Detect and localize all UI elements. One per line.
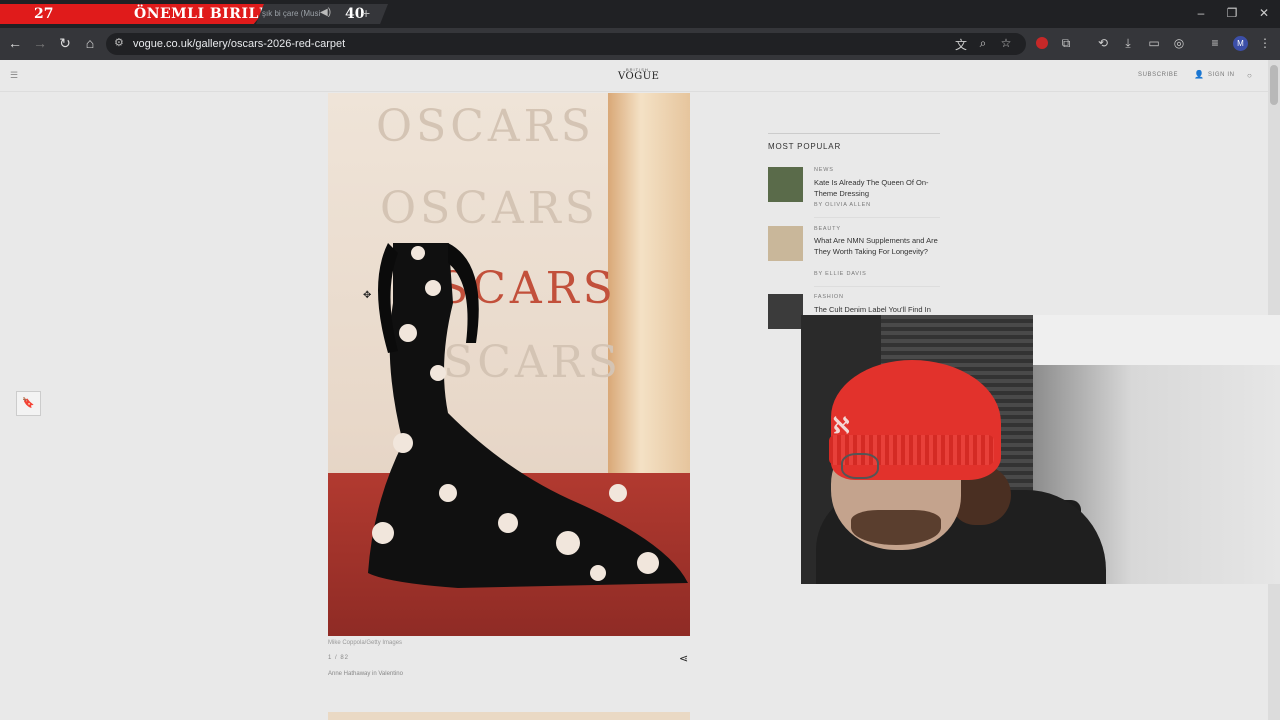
menu-kebab-icon[interactable]: ⋮ bbox=[1257, 36, 1273, 50]
sign-in-link[interactable]: SIGN IN bbox=[1208, 72, 1235, 78]
browser-tab-title[interactable]: şık bi çare (Musi bbox=[262, 9, 322, 18]
article-thumbnail[interactable] bbox=[768, 294, 803, 329]
webcam-overlay: ℵ bbox=[801, 315, 1280, 584]
download-icon[interactable]: ⤓ bbox=[1120, 36, 1136, 51]
bookmark-star-icon[interactable]: ☆ bbox=[998, 36, 1014, 50]
backdrop-text: OSCARS bbox=[380, 183, 599, 234]
gallery-counter: 1 / 82 bbox=[328, 655, 350, 661]
vogue-logo[interactable]: VOGUE bbox=[618, 71, 659, 82]
webcam-shelf bbox=[1033, 315, 1280, 365]
home-icon[interactable]: ⌂ bbox=[81, 35, 99, 51]
article-headline[interactable]: What Are NMN Supplements and Are They Wo… bbox=[814, 236, 940, 257]
webcam-glasses bbox=[841, 453, 879, 479]
cast-icon[interactable]: ▭ bbox=[1146, 36, 1162, 50]
article-thumbnail[interactable] bbox=[768, 226, 803, 261]
gown-figure bbox=[368, 243, 688, 588]
gallery-photo[interactable]: OSCARS OSCARS OSCARS OSCARS bbox=[328, 93, 690, 636]
article-category: BEAUTY bbox=[814, 226, 841, 232]
restore-icon[interactable]: ❐ bbox=[1222, 6, 1242, 20]
save-bookmark-icon[interactable]: 🔖 bbox=[16, 391, 41, 416]
subscribe-link[interactable]: SUBSCRIBE bbox=[1138, 72, 1178, 78]
article-category: FASHION bbox=[814, 294, 844, 300]
mouse-cursor-icon: ✥ bbox=[363, 290, 372, 301]
article-category: NEWS bbox=[814, 167, 834, 173]
back-icon[interactable]: ← bbox=[6, 35, 24, 51]
close-icon[interactable]: ✕ bbox=[1254, 6, 1274, 20]
most-popular-divider bbox=[768, 133, 940, 134]
performance-icon[interactable]: ◎ bbox=[1171, 36, 1187, 50]
site-settings-icon[interactable]: ⚙ bbox=[114, 36, 124, 49]
webcam-person-beard bbox=[851, 510, 941, 545]
new-tab-icon[interactable]: + bbox=[362, 5, 370, 21]
user-icon[interactable]: 👤 bbox=[1194, 70, 1204, 79]
beanie-logo-icon: ℵ bbox=[833, 413, 850, 439]
search-icon[interactable]: ○ bbox=[1247, 71, 1252, 80]
translate-icon[interactable]: 文 bbox=[953, 36, 969, 53]
backdrop-text: OSCARS bbox=[376, 101, 595, 152]
extensions-icon[interactable]: ⧉ bbox=[1058, 36, 1074, 51]
header-divider bbox=[0, 91, 1268, 92]
article-headline[interactable]: Kate Is Already The Queen Of On-Theme Dr… bbox=[814, 178, 940, 199]
photo-credit: Mike Coppola/Getty Images bbox=[328, 640, 403, 646]
profile-avatar[interactable]: M bbox=[1233, 36, 1248, 51]
item-divider bbox=[814, 286, 940, 287]
photo-caption: Anne Hathaway in Valentino bbox=[328, 671, 403, 677]
scrollbar-thumb[interactable] bbox=[1270, 65, 1278, 105]
media-control-icon[interactable]: ≡ bbox=[1207, 36, 1223, 50]
forward-icon[interactable]: → bbox=[31, 35, 49, 51]
address-url[interactable]: vogue.co.uk/gallery/oscars-2026-red-carp… bbox=[133, 38, 345, 50]
article-byline: BY OLIVIA ALLEN bbox=[814, 202, 871, 208]
article-headline[interactable]: The Cult Denim Label You'll Find In bbox=[814, 305, 940, 316]
article-byline: BY ELLIE DAVIS bbox=[814, 271, 867, 277]
tab-audio-icon[interactable]: ◀) bbox=[320, 7, 331, 18]
article-thumbnail[interactable] bbox=[768, 167, 803, 202]
item-divider bbox=[814, 217, 940, 218]
hamburger-menu-icon[interactable]: ☰ bbox=[10, 70, 18, 81]
most-popular-heading: MOST POPULAR bbox=[768, 142, 842, 151]
next-gallery-photo[interactable] bbox=[328, 712, 690, 720]
overlay-left-number: 27 bbox=[34, 6, 54, 22]
extension-red-icon[interactable] bbox=[1036, 37, 1048, 49]
zoom-icon[interactable]: ⌕ bbox=[975, 36, 991, 51]
minimize-icon[interactable]: – bbox=[1191, 6, 1211, 20]
reload-icon[interactable]: ↻ bbox=[56, 35, 74, 52]
history-icon[interactable]: ⟲ bbox=[1095, 36, 1111, 50]
share-icon[interactable]: ⋖ bbox=[679, 652, 688, 665]
